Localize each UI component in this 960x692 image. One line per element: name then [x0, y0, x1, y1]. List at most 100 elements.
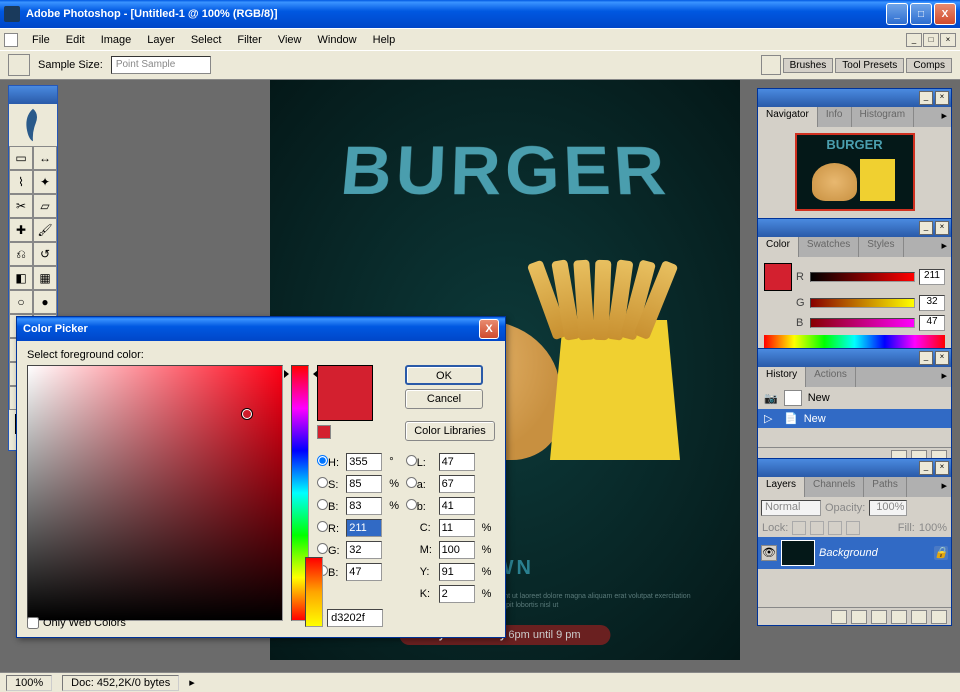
healing-tool[interactable]: ✚: [9, 218, 33, 242]
history-state[interactable]: ▷📄New: [758, 409, 951, 428]
visibility-icon[interactable]: 👁: [761, 545, 777, 561]
layer-name[interactable]: Background: [819, 547, 878, 559]
panel-menu-icon[interactable]: ▸: [937, 477, 951, 497]
status-zoom[interactable]: 100%: [6, 675, 52, 691]
fill-input[interactable]: 100%: [919, 522, 947, 534]
a-radio[interactable]: [406, 477, 417, 488]
tab-layers[interactable]: Layers: [758, 477, 805, 497]
dialog-titlebar[interactable]: Color Picker X: [17, 317, 505, 341]
panel-close-button[interactable]: ×: [935, 91, 949, 105]
navigator-thumbnail[interactable]: BURGER: [795, 133, 915, 211]
delete-layer-icon[interactable]: [931, 610, 947, 624]
ok-button[interactable]: OK: [405, 365, 483, 385]
new-layer-icon[interactable]: [911, 610, 927, 624]
eraser-tool[interactable]: ◧: [9, 266, 33, 290]
maximize-button[interactable]: □: [910, 3, 932, 25]
panel-minimize-button[interactable]: _: [919, 221, 933, 235]
slice-tool[interactable]: ▱: [33, 194, 57, 218]
status-doc-size[interactable]: Doc: 452,2K/0 bytes: [62, 675, 179, 691]
menu-layer[interactable]: Layer: [139, 34, 183, 46]
lock-move-icon[interactable]: [828, 521, 842, 535]
status-arrow-icon[interactable]: ▸: [189, 676, 195, 689]
l-radio[interactable]: [406, 455, 417, 466]
layer-style-icon[interactable]: [831, 610, 847, 624]
tab-paths[interactable]: Paths: [864, 477, 907, 497]
c-input[interactable]: [439, 519, 475, 537]
r-radio[interactable]: [317, 521, 328, 532]
panel-minimize-button[interactable]: _: [919, 461, 933, 475]
tab-actions[interactable]: Actions: [806, 367, 856, 387]
panel-menu-icon[interactable]: ▸: [937, 107, 951, 127]
tab-styles[interactable]: Styles: [859, 237, 903, 257]
bb-input[interactable]: [439, 497, 475, 515]
g-slider[interactable]: [810, 298, 915, 308]
r-slider[interactable]: [810, 272, 915, 282]
panel-close-button[interactable]: ×: [935, 221, 949, 235]
bb-radio[interactable]: [406, 499, 417, 510]
marquee-tool[interactable]: ▭: [9, 146, 33, 170]
layer-mask-icon[interactable]: [851, 610, 867, 624]
crop-tool[interactable]: ✂: [9, 194, 33, 218]
r-value[interactable]: 211: [919, 269, 945, 285]
tab-comps[interactable]: Comps: [906, 58, 952, 73]
gradient-tool[interactable]: ▦: [33, 266, 57, 290]
tab-info[interactable]: Info: [818, 107, 852, 127]
menu-window[interactable]: Window: [310, 34, 365, 46]
cancel-button[interactable]: Cancel: [405, 389, 483, 409]
lock-all-icon[interactable]: [846, 521, 860, 535]
color-libraries-button[interactable]: Color Libraries: [405, 421, 495, 441]
a-input[interactable]: [439, 475, 475, 493]
lock-trans-icon[interactable]: [792, 521, 806, 535]
toolbox-header[interactable]: [9, 86, 57, 104]
stamp-tool[interactable]: ⎌: [9, 242, 33, 266]
s-input[interactable]: [346, 475, 382, 493]
sample-size-dropdown[interactable]: Point Sample: [111, 56, 211, 74]
l-input[interactable]: [439, 453, 475, 471]
lock-paint-icon[interactable]: [810, 521, 824, 535]
menu-image[interactable]: Image: [93, 34, 140, 46]
b-slider[interactable]: [810, 318, 915, 328]
menu-select[interactable]: Select: [183, 34, 230, 46]
doc-close-button[interactable]: ×: [940, 33, 956, 47]
move-tool[interactable]: ↔: [33, 146, 57, 170]
tool-preset-icon[interactable]: [8, 54, 30, 76]
document-icon[interactable]: [4, 33, 18, 47]
hex-input[interactable]: [327, 609, 383, 627]
blur-tool[interactable]: ○: [9, 290, 33, 314]
doc-minimize-button[interactable]: _: [906, 33, 922, 47]
bv-input[interactable]: [346, 497, 382, 515]
adjustment-layer-icon[interactable]: [891, 610, 907, 624]
tab-histogram[interactable]: Histogram: [852, 107, 915, 127]
color-field[interactable]: [27, 365, 283, 621]
blend-mode-dropdown[interactable]: Normal: [761, 500, 821, 516]
h-input[interactable]: [346, 453, 382, 471]
new-set-icon[interactable]: [871, 610, 887, 624]
history-brush-tool[interactable]: ↺: [33, 242, 57, 266]
g-radio[interactable]: [317, 543, 328, 554]
layer-row[interactable]: 👁 Background 🔒: [758, 537, 951, 569]
file-browser-icon[interactable]: [761, 55, 781, 75]
k-input[interactable]: [439, 585, 475, 603]
r-input[interactable]: [346, 519, 382, 537]
s-radio[interactable]: [317, 477, 328, 488]
tab-tool-presets[interactable]: Tool Presets: [835, 58, 904, 73]
panel-close-button[interactable]: ×: [935, 461, 949, 475]
layer-thumbnail[interactable]: [781, 540, 815, 566]
g-value[interactable]: 32: [919, 295, 945, 311]
panel-menu-icon[interactable]: ▸: [937, 367, 951, 387]
magic-wand-tool[interactable]: ✦: [33, 170, 57, 194]
dodge-tool[interactable]: ●: [33, 290, 57, 314]
doc-restore-button[interactable]: □: [923, 33, 939, 47]
panel-minimize-button[interactable]: _: [919, 351, 933, 365]
tab-channels[interactable]: Channels: [805, 477, 864, 497]
tab-navigator[interactable]: Navigator: [758, 107, 818, 127]
only-web-colors-checkbox[interactable]: [27, 617, 39, 629]
tab-swatches[interactable]: Swatches: [799, 237, 859, 257]
opacity-input[interactable]: 100%: [869, 500, 907, 516]
bc-input[interactable]: [346, 563, 382, 581]
brush-tool[interactable]: 🖌: [33, 218, 57, 242]
tab-brushes[interactable]: Brushes: [783, 58, 834, 73]
panel-close-button[interactable]: ×: [935, 351, 949, 365]
history-snapshot[interactable]: 📷New: [758, 387, 951, 409]
close-button[interactable]: X: [934, 3, 956, 25]
